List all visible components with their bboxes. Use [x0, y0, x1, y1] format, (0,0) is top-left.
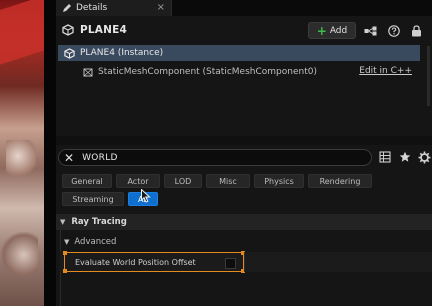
details-panel: Details × PLANE4 + Add PLANE4 (Instance)…	[56, 0, 432, 306]
divider	[244, 252, 245, 272]
actor-name: PLANE4	[80, 24, 127, 36]
component-tree: PLANE4 (Instance) StaticMeshComponent (S…	[56, 44, 432, 134]
lock-icon[interactable]	[408, 22, 424, 39]
property-highlight: Evaluate World Position Offset	[63, 251, 245, 273]
evaluate-wpo-checkbox[interactable]	[225, 258, 236, 269]
tab-details[interactable]: Details ×	[56, 0, 172, 16]
section-filter-bar: General Actor LOD Misc Physics Rendering…	[56, 172, 432, 212]
star-icon[interactable]	[398, 150, 412, 164]
subcategory-label: Advanced	[74, 236, 117, 247]
collapse-arrow-icon: ▼	[60, 218, 66, 226]
mouse-cursor-icon	[141, 189, 151, 203]
plus-icon: +	[316, 23, 327, 38]
filter-actor[interactable]: Actor	[116, 174, 160, 188]
tree-item-label: StaticMeshComponent (StaticMeshComponent…	[98, 67, 317, 77]
static-mesh-icon	[83, 68, 93, 76]
property-label: Evaluate World Position Offset	[75, 258, 196, 267]
tree-scrollbar[interactable]	[427, 46, 430, 106]
cube-icon	[62, 24, 74, 36]
category-label: Ray Tracing	[71, 217, 127, 227]
tab-bar: Details ×	[56, 0, 432, 16]
viewport-red-shape	[0, 0, 44, 65]
search-row: ✕ WORLD	[56, 148, 432, 168]
actor-header: PLANE4 + Add	[56, 16, 432, 44]
gear-icon[interactable]	[417, 150, 431, 164]
subcategory-advanced[interactable]: ▼ Advanced	[60, 234, 432, 249]
filter-streaming[interactable]: Streaming	[62, 192, 124, 206]
add-button-label: Add	[329, 25, 348, 36]
tab-label: Details	[76, 3, 108, 13]
clear-search-icon[interactable]: ✕	[64, 152, 74, 164]
filter-general[interactable]: General	[62, 174, 112, 188]
filter-lod[interactable]: LOD	[164, 174, 202, 188]
filter-misc[interactable]: Misc	[206, 174, 250, 188]
viewport-texture	[6, 140, 36, 180]
highlight-corner	[63, 251, 67, 255]
collapse-arrow-icon: ▼	[64, 237, 70, 246]
tree-item-label: PLANE4 (Instance)	[80, 48, 164, 58]
edit-in-cpp-link[interactable]: Edit in C++	[359, 66, 412, 76]
search-value: WORLD	[82, 152, 118, 163]
close-icon[interactable]: ×	[157, 2, 165, 13]
property-row-evaluate-wpo: Evaluate World Position Offset	[60, 251, 432, 273]
category-ray-tracing[interactable]: ▼ Ray Tracing	[56, 214, 432, 230]
level-viewport[interactable]	[0, 0, 44, 306]
blueprint-icon[interactable]	[362, 22, 378, 39]
details-search-input[interactable]: ✕ WORLD	[58, 149, 372, 166]
tree-item-instance[interactable]: PLANE4 (Instance)	[58, 45, 420, 61]
highlight-corner	[63, 269, 67, 273]
viewport-texture	[2, 230, 38, 280]
panel-splitter[interactable]	[56, 136, 432, 145]
pencil-icon	[63, 4, 71, 12]
add-component-button[interactable]: + Add	[308, 22, 356, 39]
property-matrix-icon[interactable]	[378, 150, 392, 164]
cube-icon	[64, 47, 75, 59]
filter-rendering[interactable]: Rendering	[308, 174, 372, 188]
tree-item-static-mesh-component[interactable]: StaticMeshComponent (StaticMeshComponent…	[58, 64, 420, 80]
help-icon[interactable]	[386, 22, 402, 39]
panel-gutter	[44, 0, 56, 306]
filter-physics[interactable]: Physics	[254, 174, 304, 188]
